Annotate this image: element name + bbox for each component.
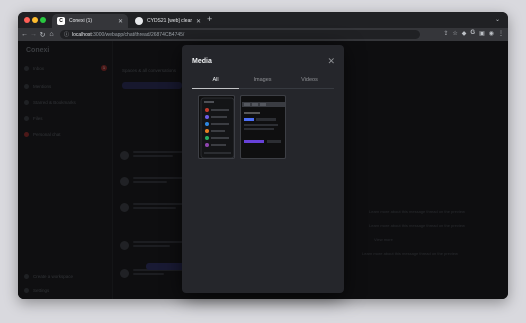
tab-close-icon[interactable]: ✕ <box>196 18 201 25</box>
media-thumbnail-mobile[interactable] <box>198 95 235 159</box>
back-icon[interactable]: ← <box>20 31 29 38</box>
desktop-screenshot-image <box>242 102 285 143</box>
profile-icon[interactable]: ◉ <box>489 30 494 37</box>
maximize-window-button[interactable] <box>40 17 46 23</box>
tab-title: CYDS21 [web] clean up th... <box>147 18 192 24</box>
url-path: :3000/webapp/chat/thread/26874CB4745/ <box>91 31 185 38</box>
address-bar[interactable]: ⓘ localhost :3000/webapp/chat/thread/268… <box>60 30 420 39</box>
forward-icon[interactable]: → <box>29 31 38 38</box>
tab-title: Conexi (1) <box>69 18 93 24</box>
mobile-screenshot-image <box>200 97 234 158</box>
tab-search-icon[interactable]: ⌄ <box>495 16 500 23</box>
home-icon[interactable]: ⌂ <box>47 31 56 38</box>
media-tabs: All Images Videos <box>192 75 334 89</box>
tab-all[interactable]: All <box>192 75 239 89</box>
tab-strip: C Conexi (1) ✕ CYDS21 [web] clean up th.… <box>18 12 508 28</box>
tab-close-icon[interactable]: ✕ <box>118 18 123 25</box>
site-info-icon[interactable]: ⓘ <box>64 31 69 38</box>
bookmark-star-icon[interactable]: ☆ <box>452 30 457 37</box>
extension-icon[interactable]: ◆ <box>462 30 467 37</box>
browser-toolbar: ← → ↻ ⌂ ⓘ localhost :3000/webapp/chat/th… <box>18 28 508 41</box>
app-favicon-icon: C <box>57 17 65 25</box>
tab-videos[interactable]: Videos <box>286 75 333 89</box>
close-icon[interactable]: ✕ <box>327 56 335 67</box>
modal-title: Media <box>192 58 212 65</box>
minimize-window-button[interactable] <box>32 17 38 23</box>
close-window-button[interactable] <box>24 17 30 23</box>
browser-tab-active[interactable]: C Conexi (1) ✕ <box>52 14 128 28</box>
google-extension-icon[interactable]: G <box>470 30 475 37</box>
new-tab-button[interactable]: + <box>207 14 212 24</box>
browser-tab[interactable]: CYDS21 [web] clean up th... ✕ <box>130 14 206 28</box>
url-host: localhost <box>72 31 92 38</box>
sidepanel-icon[interactable]: ▣ <box>479 30 485 37</box>
reload-icon[interactable]: ↻ <box>38 31 47 39</box>
menu-icon[interactable]: ⋮ <box>498 30 504 37</box>
tab-images[interactable]: Images <box>239 75 286 89</box>
github-icon <box>135 17 143 25</box>
toolbar-right: ⇪ ☆ ◆ G ▣ ◉ ⋮ <box>443 30 504 37</box>
media-thumbnail-desktop[interactable] <box>240 95 286 159</box>
media-modal: Media ✕ All Images Videos <box>182 45 344 293</box>
media-grid <box>198 95 286 159</box>
share-icon[interactable]: ⇪ <box>443 30 448 37</box>
